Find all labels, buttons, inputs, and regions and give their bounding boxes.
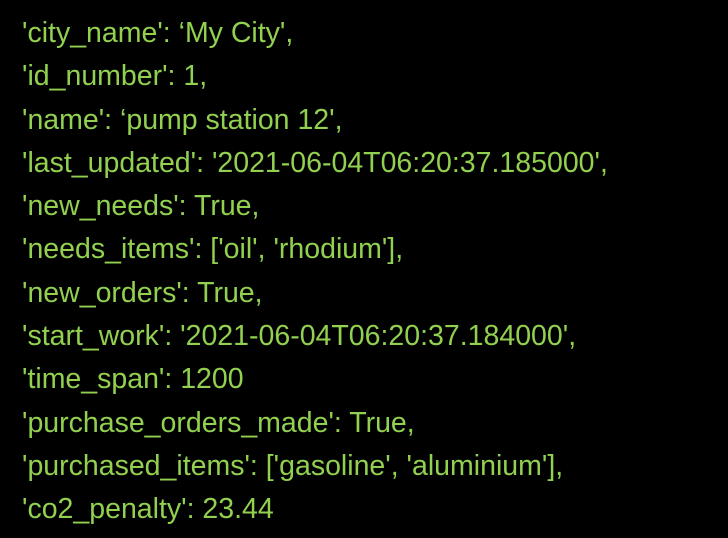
line-needs-items: 'needs_items': ['oil', 'rhodium'], [22, 233, 404, 266]
line-id-number: 'id_number': 1, [22, 60, 208, 93]
code-text-panel: 'city_name': ‘My City', 'id_number': 1, … [0, 0, 728, 538]
line-name: 'name': ‘pump station 12', [22, 103, 343, 136]
line-time-span: 'time_span': 1200 [22, 363, 244, 396]
line-new-needs: 'new_needs': True, [22, 190, 260, 223]
line-purchase-orders-made: 'purchase_orders_made': True, [22, 406, 415, 439]
line-purchased-items: 'purchased_items': ['gasoline', 'alumini… [22, 449, 564, 482]
line-co2-penalty: 'co2_penalty': 23.44 [22, 493, 274, 526]
line-new-orders: 'new_orders': True, [22, 276, 263, 309]
line-city-name: 'city_name': ‘My City', [22, 17, 294, 49]
line-last-updated: 'last_updated': '2021-06-04T06:20:37.185… [22, 146, 608, 179]
line-start-work: 'start_work': '2021-06-04T06:20:37.18400… [22, 320, 577, 353]
